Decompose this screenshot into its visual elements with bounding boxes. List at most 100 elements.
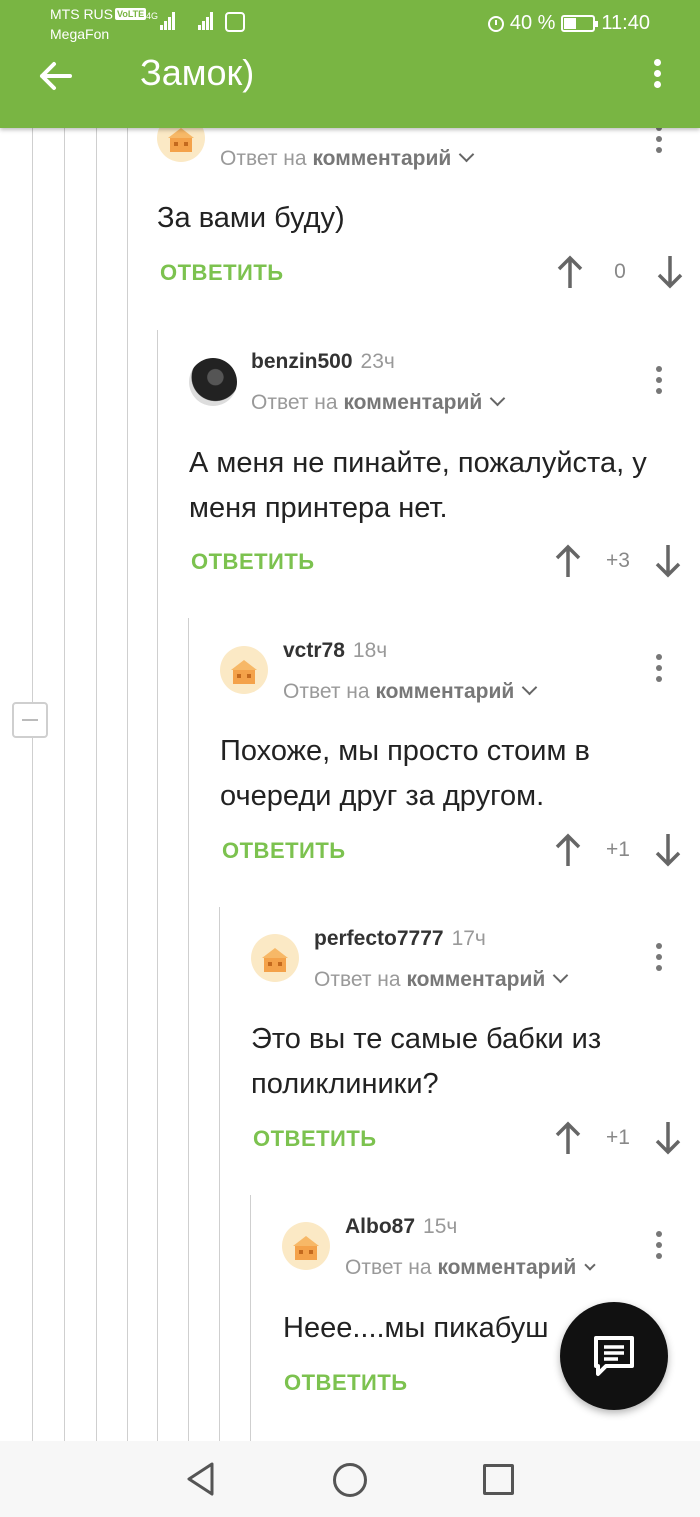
upvote-arrow-icon[interactable]	[553, 1118, 583, 1158]
comment-author[interactable]: benzin500 23ч	[251, 350, 395, 374]
reply-link[interactable]: комментарий	[375, 680, 514, 703]
thread-line	[64, 128, 65, 1441]
username[interactable]: perfecto7777	[314, 927, 444, 950]
username[interactable]: Albo87	[345, 1215, 415, 1238]
new-comment-fab[interactable]	[560, 1302, 668, 1410]
reply-button[interactable]: ОТВЕТИТЬ	[191, 549, 315, 575]
downvote-arrow-icon[interactable]	[653, 1118, 683, 1158]
system-nav-bar	[0, 1441, 700, 1517]
reply-to: Ответ на комментарий	[345, 1256, 596, 1280]
vote-controls: +1	[553, 1118, 683, 1158]
clock: 11:40	[601, 12, 650, 34]
chevron-down-icon[interactable]	[552, 967, 569, 984]
reply-prefix: Ответ на	[314, 968, 401, 991]
thread-line	[250, 1195, 251, 1441]
comment-time: 15ч	[423, 1215, 458, 1238]
comment-icon	[594, 1336, 634, 1376]
thread-line	[32, 128, 33, 1441]
nav-back-icon[interactable]	[185, 1461, 217, 1502]
upvote-arrow-icon[interactable]	[553, 830, 583, 870]
signal-icon	[160, 12, 176, 30]
avatar[interactable]	[282, 1222, 330, 1270]
comment-author[interactable]: Albo87 15ч	[345, 1215, 457, 1239]
downvote-arrow-icon[interactable]	[655, 252, 685, 292]
vote-score: +3	[606, 549, 630, 572]
chevron-down-icon[interactable]	[521, 679, 538, 696]
more-vertical-icon[interactable]	[649, 1231, 669, 1267]
chevron-down-icon[interactable]	[489, 390, 506, 407]
reply-link[interactable]: комментарий	[343, 391, 482, 414]
comment-time: 18ч	[352, 639, 388, 662]
comment-time: 17ч	[451, 927, 486, 950]
username[interactable]: vctr78	[283, 639, 345, 662]
vote-controls: 0	[555, 252, 685, 292]
comment-author[interactable]: perfecto7777 17ч	[314, 927, 486, 951]
arrow-left-icon[interactable]	[36, 56, 76, 96]
network-type: 4G	[146, 11, 159, 21]
comment-text: Неее....мы пикабуш	[283, 1312, 549, 1344]
reply-link[interactable]: комментарий	[312, 147, 451, 170]
vote-score: +1	[606, 1126, 630, 1149]
thread-line	[96, 128, 97, 1441]
chevron-down-icon[interactable]	[584, 1259, 596, 1271]
reply-button[interactable]: ОТВЕТИТЬ	[222, 838, 346, 864]
avatar[interactable]	[189, 358, 237, 406]
signal-icon-2	[198, 12, 214, 30]
carrier-2: MegaFon	[50, 26, 110, 42]
downvote-arrow-icon[interactable]	[653, 830, 683, 870]
reply-prefix: Ответ на	[220, 147, 307, 170]
vote-controls: +1	[553, 830, 683, 870]
page-title: Замок)	[140, 52, 255, 93]
reply-link[interactable]: комментарий	[406, 968, 545, 991]
status-right: 40 % 11:40	[487, 12, 650, 35]
thread-line	[157, 330, 158, 1441]
reply-to: Ответ на комментарий	[283, 679, 538, 704]
reply-button[interactable]: ОТВЕТИТЬ	[253, 1126, 377, 1152]
more-vertical-icon[interactable]	[649, 943, 669, 979]
app-bar: MTS RUS VoLTE MegaFon 4G 40 % 11:40 Замок…	[0, 0, 700, 128]
comment-text: А меня не пинайте, пожалуйста, у меня пр…	[189, 447, 647, 524]
comment-author[interactable]: vctr78 18ч	[283, 639, 387, 663]
status-bar: MTS RUS VoLTE MegaFon 4G 40 % 11:40	[0, 0, 700, 48]
volte-badge: VoLTE	[115, 8, 147, 20]
reply-prefix: Ответ на	[283, 680, 370, 703]
vote-controls: +3	[553, 541, 683, 581]
nav-recent-icon[interactable]	[483, 1464, 514, 1495]
upvote-arrow-icon[interactable]	[555, 252, 585, 292]
vote-score: +1	[606, 838, 630, 861]
vote-score: 0	[614, 260, 626, 283]
reply-to: Ответ на комментарий	[251, 390, 506, 415]
more-vertical-icon[interactable]	[642, 56, 672, 92]
comment-time: 23ч	[360, 350, 395, 373]
reply-to: Ответ на комментарий	[314, 967, 569, 992]
more-vertical-icon[interactable]	[649, 125, 669, 161]
carrier-1: MTS RUS VoLTE	[50, 6, 147, 22]
thread-line	[188, 618, 189, 1441]
chevron-down-icon[interactable]	[458, 146, 475, 163]
battery-icon	[561, 15, 599, 32]
reply-to: Ответ на комментарий	[220, 146, 475, 171]
comment-text: За вами буду)	[157, 202, 345, 234]
alarm-icon	[487, 15, 504, 32]
reply-link[interactable]: комментарий	[437, 1256, 576, 1279]
username[interactable]: benzin500	[251, 350, 353, 373]
avatar[interactable]	[251, 934, 299, 982]
thread-line	[219, 907, 220, 1441]
carrier-1-label: MTS RUS	[50, 6, 113, 22]
collapse-thread-button[interactable]	[12, 702, 48, 738]
sim-icon	[225, 12, 245, 32]
more-vertical-icon[interactable]	[649, 654, 669, 690]
thread-line	[127, 128, 128, 1441]
avatar[interactable]	[220, 646, 268, 694]
reply-button[interactable]: ОТВЕТИТЬ	[160, 260, 284, 286]
downvote-arrow-icon[interactable]	[653, 541, 683, 581]
more-vertical-icon[interactable]	[649, 366, 669, 402]
upvote-arrow-icon[interactable]	[553, 541, 583, 581]
comment-text: Похоже, мы просто стоим в очереди друг з…	[220, 735, 590, 812]
comment-text: Это вы те самые бабки из поликлиники?	[251, 1023, 602, 1100]
reply-prefix: Ответ на	[345, 1256, 432, 1279]
battery-level: 40 %	[509, 12, 556, 34]
reply-button[interactable]: ОТВЕТИТЬ	[284, 1370, 408, 1396]
reply-prefix: Ответ на	[251, 391, 338, 414]
nav-home-icon[interactable]	[333, 1463, 367, 1497]
